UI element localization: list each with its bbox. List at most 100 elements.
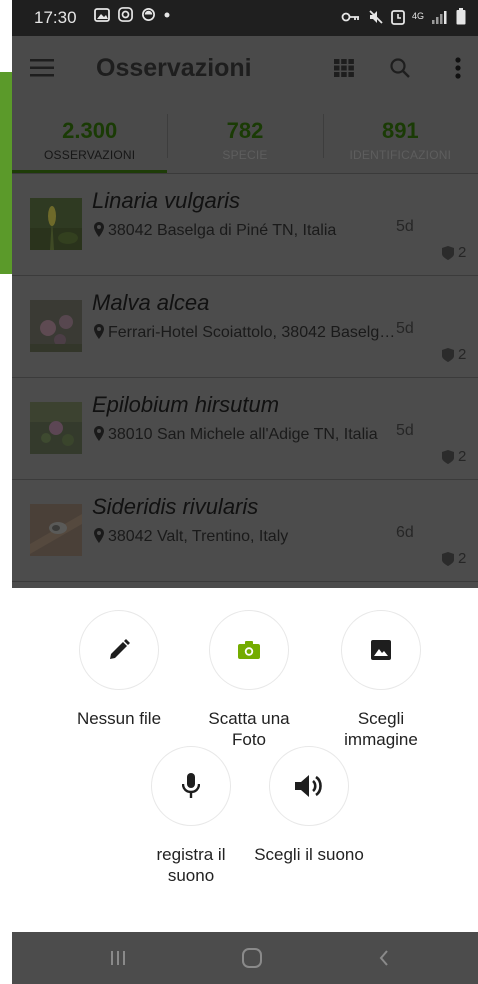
choose-image-button[interactable]	[341, 610, 421, 690]
record-sound-option: registra il suono	[136, 746, 246, 886]
app-bar: Osservazioni	[12, 36, 478, 100]
identification-count: 2	[442, 550, 466, 567]
species-name: Sideridis rivularis	[92, 494, 259, 519]
observation-thumbnail	[30, 504, 82, 556]
menu-button[interactable]	[26, 52, 58, 84]
observation-list: Linaria vulgaris 38042 Baselga di Piné T…	[12, 174, 478, 588]
recents-icon	[111, 951, 125, 965]
stat-value: 782	[226, 118, 264, 143]
instagram-icon	[118, 7, 133, 22]
observation-thumbnail	[30, 402, 82, 454]
no-file-label: Nessun file	[76, 709, 162, 728]
list-item[interactable]: Linaria vulgaris 38042 Baselga di Piné T…	[12, 174, 478, 276]
record-sound-label: registra il suono	[156, 845, 226, 885]
grid-icon	[334, 59, 354, 77]
observation-age: 5d	[396, 422, 414, 439]
location-pin-icon	[94, 426, 104, 441]
more-vert-icon	[455, 57, 461, 79]
mute-icon	[369, 9, 383, 24]
recents-button[interactable]	[98, 944, 138, 972]
search-icon	[390, 58, 410, 78]
identification-icon	[442, 551, 454, 566]
system-nav-bar	[12, 932, 478, 984]
take-photo-option: Scatta una Foto	[194, 610, 304, 750]
location-pin-icon	[94, 222, 104, 237]
observation-thumbnail	[30, 198, 82, 250]
observation-age: 5d	[396, 218, 414, 235]
sync-icon	[142, 8, 155, 21]
image-icon	[371, 640, 391, 660]
more-options-button[interactable]	[442, 52, 474, 84]
record-sound-button[interactable]	[151, 746, 231, 826]
species-name: Epilobium hirsutum	[92, 392, 280, 417]
left-green-strip	[0, 72, 12, 274]
observation-thumbnail	[30, 300, 82, 352]
identification-count: 2	[442, 244, 466, 261]
list-item[interactable]: Sideridis rivularis 38042 Valt, Trentino…	[12, 480, 478, 582]
identification-icon	[442, 245, 454, 260]
take-photo-button[interactable]	[209, 610, 289, 690]
back-button[interactable]	[364, 944, 404, 972]
home-button[interactable]	[232, 944, 272, 972]
pencil-icon	[110, 639, 130, 659]
status-left-icons	[94, 7, 170, 22]
camera-icon	[238, 641, 260, 659]
species-name: Linaria vulgaris	[92, 188, 240, 213]
status-bar: 17:30 4G	[12, 0, 478, 36]
dot-icon	[164, 12, 170, 17]
identification-count: 2	[442, 346, 466, 363]
choose-image-label: Scegli immagine	[344, 709, 418, 749]
observation-age: 6d	[396, 524, 414, 541]
species-name: Malva alcea	[92, 290, 210, 315]
battery-icon	[456, 8, 466, 25]
page-title: Osservazioni	[96, 54, 252, 82]
4g-icon: 4G	[411, 11, 424, 21]
place-text: Ferrari-Hotel Scoiattolo, 38042 Baselg…	[108, 324, 396, 341]
stat-label: SPECIE	[222, 148, 268, 162]
stat-value: 2.300	[62, 118, 118, 143]
choose-sound-label: Scegli il suono	[254, 845, 364, 864]
back-icon	[379, 950, 388, 966]
grid-view-button[interactable]	[328, 52, 360, 84]
stats-tabs: 2.300 OSSERVAZIONI 782 SPECIE 891 IDENTI…	[12, 100, 478, 174]
stat-value: 891	[381, 118, 419, 143]
location-pin-icon	[94, 324, 104, 339]
place-text: 38010 San Michele all'Adige TN, Italia	[108, 426, 378, 443]
home-icon	[242, 948, 262, 968]
observation-age: 5d	[396, 320, 414, 337]
location-pin-icon	[94, 528, 104, 543]
choose-image-option: Scegli immagine	[326, 610, 436, 750]
id-count: 2	[458, 448, 467, 465]
take-photo-label: Scatta una Foto	[208, 709, 290, 749]
identification-icon	[442, 347, 454, 362]
no-file-option: Nessun file	[64, 610, 174, 729]
status-right-icons: 4G	[341, 8, 466, 25]
stat-label: OSSERVAZIONI	[44, 148, 136, 162]
gallery-icon	[94, 7, 110, 22]
id-count: 2	[458, 346, 467, 363]
tab-observations[interactable]: 2.300 OSSERVAZIONI	[12, 100, 168, 173]
list-item[interactable]: Malva alcea Ferrari-Hotel Scoiattolo, 38…	[12, 276, 478, 378]
alarm-icon	[391, 9, 405, 25]
choose-sound-option: Scegli il suono	[254, 746, 364, 865]
stat-label: IDENTIFICAZIONI	[349, 148, 452, 162]
id-count: 2	[458, 244, 467, 261]
speaker-icon	[295, 775, 322, 797]
media-options-sheet: Nessun file Scatta una Foto Scegli immag…	[12, 588, 478, 932]
identification-icon	[442, 449, 454, 464]
tab-identifications[interactable]: 891 IDENTIFICAZIONI	[322, 100, 478, 173]
choose-sound-button[interactable]	[269, 746, 349, 826]
phone-screen: 17:30 4G Osservazioni 2.300 OSSERVAZIONI…	[12, 0, 478, 984]
key-icon	[341, 12, 359, 21]
place-text: 38042 Valt, Trentino, Italy	[108, 528, 289, 545]
no-file-button[interactable]	[79, 610, 159, 690]
tab-species[interactable]: 782 SPECIE	[167, 100, 322, 173]
list-item[interactable]: Epilobium hirsutum 38010 San Michele all…	[12, 378, 478, 480]
search-button[interactable]	[384, 52, 416, 84]
place-text: 38042 Baselga di Piné TN, Italia	[108, 222, 337, 239]
identification-count: 2	[442, 448, 466, 465]
microphone-icon	[182, 773, 200, 798]
menu-icon	[30, 59, 54, 77]
id-count: 2	[458, 550, 467, 567]
status-time: 17:30	[34, 8, 77, 27]
